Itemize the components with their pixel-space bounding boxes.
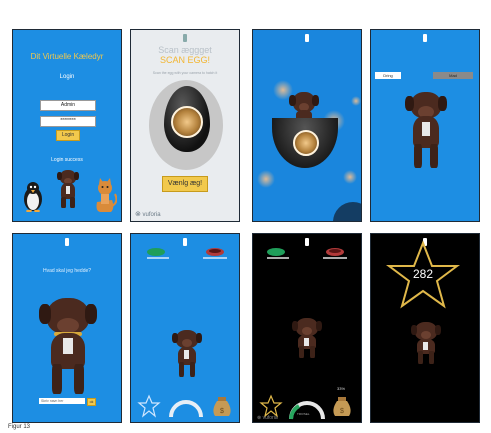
food-bowl-icon [203, 248, 227, 259]
login-button[interactable]: Login [56, 130, 80, 141]
app-title: Dit Virtuelle Kæledyr [30, 52, 104, 61]
leaf-icon [147, 248, 169, 259]
status-indicator [183, 238, 187, 246]
scan-egg-screen: Scan æggget SCAN EGG! Scan the egg with … [130, 29, 240, 222]
status-indicator [423, 34, 427, 42]
login-heading: Login [59, 74, 75, 80]
status-indicator [305, 34, 309, 42]
status-indicator [305, 238, 309, 246]
scan-instruction: Scan the egg with your camera to hatch i… [152, 71, 218, 75]
dog-model [411, 322, 441, 364]
penguin-icon [24, 182, 42, 212]
status-indicator [183, 34, 187, 42]
pet-hud-dark-screen: 33% TRIVSEL $ ⊗ vuforia [252, 233, 362, 423]
egg-pattern [293, 130, 319, 156]
login-status: Login success [51, 157, 83, 163]
password-field[interactable]: ******** [40, 116, 96, 127]
svg-text:$: $ [220, 408, 224, 415]
gauge-label: TRIVSEL [297, 412, 310, 416]
happiness-gauge [169, 400, 203, 418]
figure-caption: Figur 13 [8, 424, 31, 430]
name-pet-screen: Hvad skal jeg hedde? Skriv navn her ok [12, 233, 122, 423]
username-field[interactable]: Admin [40, 100, 96, 111]
percent-label: 33% [337, 386, 346, 391]
food-bowl-icon [323, 248, 347, 259]
screenshot-grid: Dit Virtuelle Kæledyr Login Admin ******… [0, 0, 491, 433]
drink-button[interactable]: Dring [375, 72, 401, 79]
dog-model [405, 92, 447, 192]
pet-room-screen: Dring Mad [370, 29, 480, 222]
dark-orb [333, 202, 361, 221]
egg-pattern [171, 106, 203, 138]
light-orb [343, 170, 357, 184]
cat-icon [96, 178, 117, 212]
login-screen: Dit Virtuelle Kæledyr Login Admin ******… [12, 29, 122, 222]
dog-model [292, 318, 322, 358]
dog-model [39, 298, 97, 398]
happiness-gauge [289, 401, 325, 420]
scan-label: SCAN EGG! [159, 55, 210, 65]
status-indicator [65, 238, 69, 246]
select-egg-button[interactable]: Vænlg æg! [162, 176, 208, 192]
score-value: 282 [412, 267, 434, 281]
leaf-icon [267, 248, 289, 259]
dog-icon [57, 170, 79, 208]
pet-hud-screen: $ [130, 233, 240, 423]
money-bag-icon[interactable]: $ [331, 392, 353, 418]
star-icon[interactable] [137, 394, 161, 418]
money-bag-icon[interactable]: $ [211, 392, 233, 418]
vuforia-logo-icon: ⊗ [257, 415, 262, 421]
vuforia-watermark: ⊗ vuforia [135, 210, 161, 218]
food-button[interactable]: Mad [433, 72, 473, 79]
dog-model [172, 330, 202, 380]
ok-button[interactable]: ok [87, 398, 96, 406]
hatching-screen [252, 29, 362, 222]
light-orb [351, 96, 361, 106]
score-screen: 282 [370, 233, 480, 423]
name-input[interactable]: Skriv navn her [39, 398, 85, 404]
svg-text:$: $ [340, 408, 344, 415]
vuforia-label: vuforia [262, 415, 278, 421]
scan-heading: Scan æggget [158, 45, 212, 55]
vuforia-label: vuforia [142, 212, 161, 218]
vuforia-watermark: ⊗ vuforia [257, 415, 278, 421]
light-orb [257, 170, 275, 188]
vuforia-logo-icon: ⊗ [135, 211, 141, 218]
name-prompt: Hvad skal jeg hedde? [42, 268, 92, 274]
